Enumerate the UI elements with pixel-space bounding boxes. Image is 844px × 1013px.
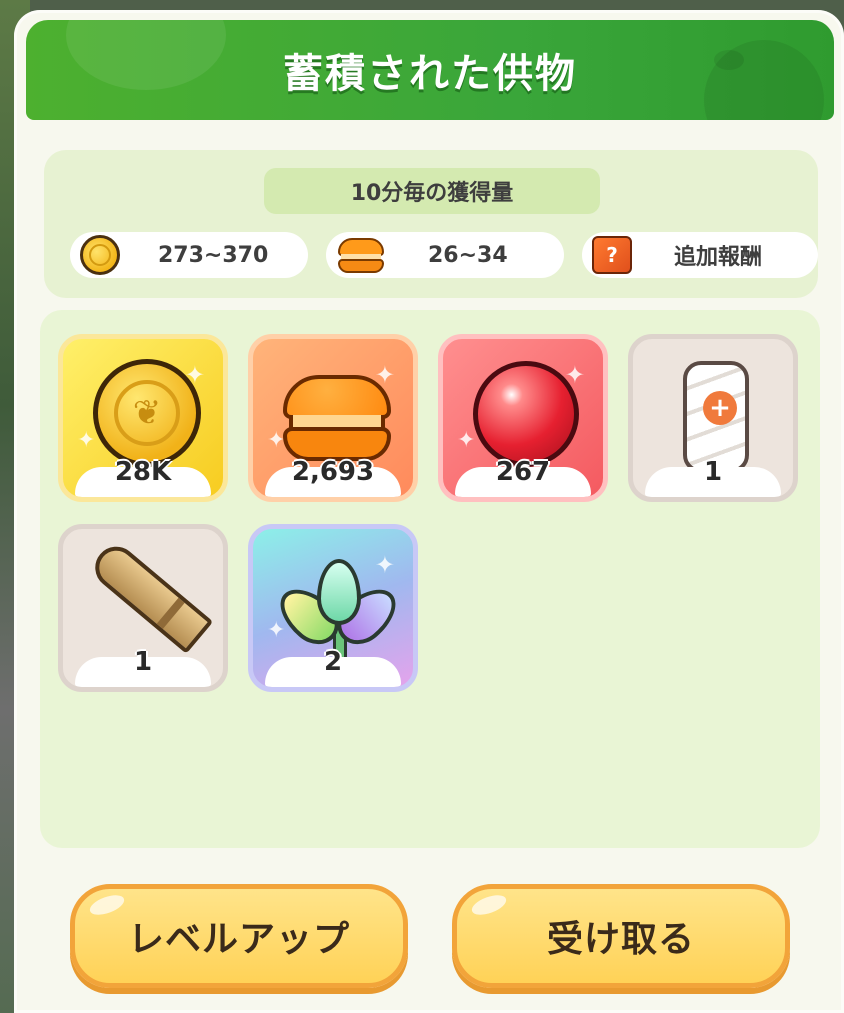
- macaron-icon: [283, 375, 391, 463]
- bonus-reward-label: 追加報酬: [674, 245, 763, 270]
- level-up-button[interactable]: レベルアップ: [70, 884, 408, 988]
- item-tile-rainbow-leaf[interactable]: ✦ ✦ 2: [248, 524, 418, 692]
- rainbow-leaf-icon: [269, 559, 407, 661]
- macaron-icon: [338, 238, 384, 274]
- bullet-icon: [86, 538, 214, 654]
- dialog-header: 蓄積された供物: [26, 20, 834, 120]
- item-tile-macaron[interactable]: ✦ ✦ 2,693: [248, 334, 418, 502]
- header-decoration: [714, 50, 744, 70]
- item-tile-jelly-gem[interactable]: ✦ ✦ 267: [438, 334, 608, 502]
- coin-icon: ❦: [93, 359, 201, 467]
- macaron-rate-pill: 26~34: [326, 232, 564, 278]
- item-count: 2,693: [291, 457, 375, 487]
- level-up-button-label: レベルアップ: [127, 919, 350, 960]
- item-count: 28K: [114, 457, 172, 487]
- sparkle-icon: ✦: [77, 428, 96, 453]
- macaron-rate-value: 26~34: [428, 242, 508, 268]
- item-tile-bandage[interactable]: + 1: [628, 334, 798, 502]
- button-gloss: [87, 891, 127, 919]
- reward-items-grid: ✦ ✦ ❦ 28K ✦ ✦ 2,693 ✦ ✦ 267 + 1 1 ✦ ✦ 2: [40, 310, 820, 848]
- receive-button[interactable]: 受け取る: [452, 884, 790, 988]
- sparkle-icon: ✦: [267, 618, 286, 643]
- coin-rate-pill: 273~370: [70, 232, 308, 278]
- item-count: 1: [703, 457, 723, 487]
- item-count: 2: [323, 647, 343, 677]
- receive-button-label: 受け取る: [546, 919, 695, 960]
- offerings-dialog: 蓄積された供物 10分毎の獲得量 273~370 26~34 ? 追加報酬 ✦ …: [14, 10, 844, 1013]
- item-count: 267: [495, 457, 551, 487]
- bonus-reward-pill[interactable]: ? 追加報酬: [582, 232, 818, 278]
- red-gem-icon: [473, 361, 579, 467]
- coin-rate-value: 273~370: [158, 242, 269, 268]
- rate-title: 10分毎の獲得量: [264, 168, 600, 214]
- header-decoration: [66, 20, 226, 90]
- mystery-box-icon: ?: [592, 236, 632, 274]
- item-count: 1: [133, 647, 153, 677]
- sparkle-icon: ✦: [457, 428, 476, 453]
- dialog-title: 蓄積された供物: [283, 51, 577, 97]
- item-tile-bullet[interactable]: 1: [58, 524, 228, 692]
- rate-section: 10分毎の獲得量 273~370 26~34 ? 追加報酬: [44, 150, 818, 298]
- item-tile-coin[interactable]: ✦ ✦ ❦ 28K: [58, 334, 228, 502]
- coin-icon: [80, 235, 120, 275]
- button-gloss: [469, 891, 509, 919]
